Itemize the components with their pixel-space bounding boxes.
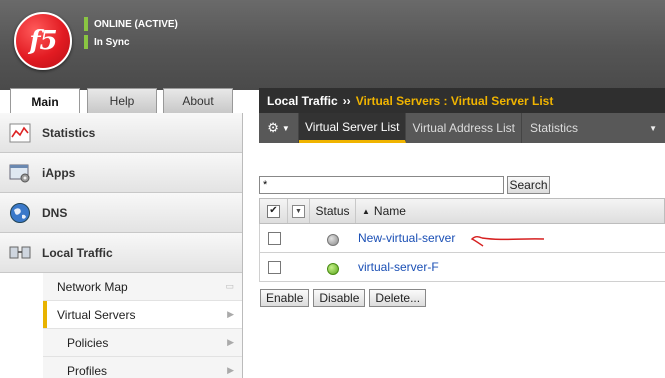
local-traffic-icon [8,241,32,265]
sidebar-item-label: DNS [42,205,68,220]
column-header-status[interactable]: Status [310,199,356,223]
sidebar-item-dns[interactable]: DNS [0,193,242,233]
status-unknown-icon [327,234,339,246]
chevron-right-icon: ▶ [227,309,234,319]
breadcrumb: Local Traffic ›› Virtual Servers : Virtu… [259,88,665,113]
sidebar-item-label: iApps [42,165,76,180]
sidebar-item-iapps[interactable]: iApps [0,153,242,193]
sidebar-item-statistics[interactable]: Statistics [0,113,242,153]
sort-ascending-icon: ▲ [362,206,370,216]
chevron-right-icon: ▶ [227,365,234,375]
column-header-name-label: Name [373,204,406,218]
table-row: virtual-server-F [259,253,665,282]
map-icon: ▭ [225,281,234,291]
sidebar-item-label: Local Traffic [42,245,113,260]
select-all-checkbox[interactable]: ✔ [267,204,280,218]
tab-virtual-address-list[interactable]: Virtual Address List [406,113,522,143]
chevron-down-icon: ▼ [281,123,290,133]
sidebar-item-label: Statistics [42,125,96,140]
sync-indicator [84,35,88,49]
delete-button[interactable]: Delete... [369,289,427,307]
chevron-down-icon: ▼ [649,123,657,133]
sidebar-subitem-policies[interactable]: Policies ▶ [43,329,242,357]
subtab-bar: ⚙ ▼ Virtual Server List Virtual Address L… [259,113,665,143]
device-status: ONLINE (ACTIVE) In Sync [84,16,178,52]
chevron-right-icon: ▶ [227,337,234,347]
sidebar-subitem-label: Policies [67,335,109,350]
virtual-server-link[interactable]: New-virtual-server [358,231,455,245]
tab-help[interactable]: Help [87,88,157,113]
sidebar-subitem-profiles[interactable]: Profiles ▶ [43,357,242,378]
breadcrumb-root[interactable]: Local Traffic [267,94,338,108]
table-row: New-virtual-server [259,224,665,253]
tab-virtual-server-list[interactable]: Virtual Server List [299,113,407,143]
virtual-server-table: ✔ ▼ Status ▲ Name New-virtual-server vir… [259,198,665,282]
row-checkbox[interactable] [267,231,281,245]
dns-globe-icon [8,201,32,225]
settings-menu-button[interactable]: ⚙ ▼ [259,113,299,143]
statistics-icon [8,121,32,145]
column-header-name[interactable]: ▲ Name [356,199,664,223]
f5-logo: f5 [14,12,72,70]
breadcrumb-separator: ›› [342,93,351,108]
sidebar-item-local-traffic[interactable]: Local Traffic [0,233,242,273]
sidebar-subitem-virtual-servers[interactable]: Virtual Servers ▶ [43,301,242,329]
tab-about[interactable]: About [163,88,233,113]
column-options-dropdown[interactable]: ▼ [292,204,305,218]
tab-statistics-label: Statistics [529,121,578,135]
status-online-text: ONLINE (ACTIVE) [94,18,178,30]
status-sync-text[interactable]: In Sync [94,37,130,48]
disable-button[interactable]: Disable [313,289,366,307]
virtual-server-link[interactable]: virtual-server-F [358,260,439,274]
sidebar-subitem-network-map[interactable]: Network Map ▭ [43,273,242,301]
sidebar: Statistics iApps DNS Local Traffic Netwo… [0,113,243,378]
tab-main[interactable]: Main [10,88,80,114]
table-header: ✔ ▼ Status ▲ Name [259,198,665,224]
tab-statistics[interactable]: Statistics ▼ [522,113,665,143]
sidebar-subitem-label: Network Map [57,279,128,294]
row-checkbox[interactable] [267,260,281,274]
enable-button[interactable]: Enable [260,289,310,307]
search-button[interactable]: Search [507,176,550,194]
status-indicator [84,17,88,31]
sidebar-subitem-label: Profiles [67,363,108,378]
red-arrow-annotation [470,235,545,247]
sidebar-subitem-label: Virtual Servers [57,307,136,322]
breadcrumb-current: Virtual Servers : Virtual Server List [355,93,554,108]
gear-icon: ⚙ [267,120,279,135]
status-available-icon [327,263,339,275]
search-input[interactable] [259,176,504,194]
iapps-icon [8,161,32,185]
table-actions: Enable Disable Delete... [260,289,427,307]
app-header: f5 ONLINE (ACTIVE) In Sync [0,0,665,90]
